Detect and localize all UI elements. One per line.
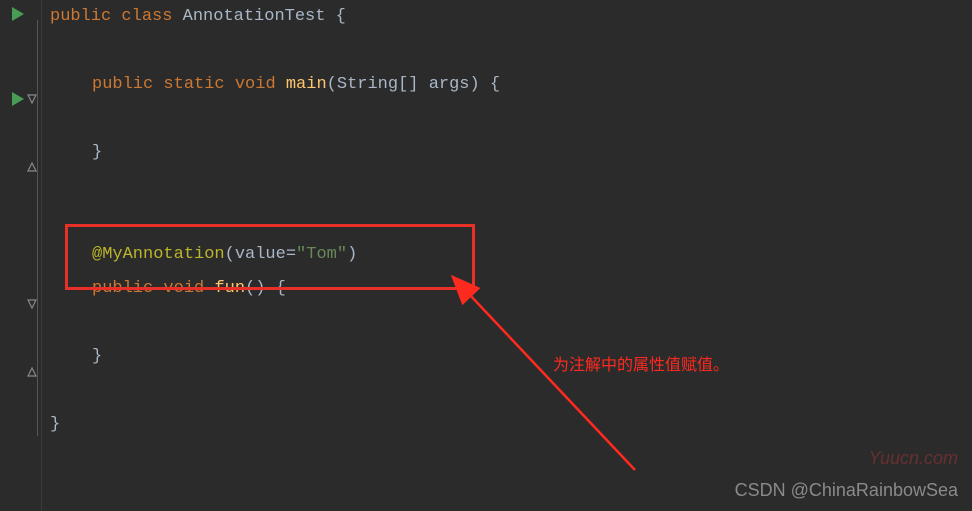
code-line: @MyAnnotation(value="Tom") [50,238,972,272]
run-method-icon[interactable] [12,92,24,112]
brace: } [92,143,102,162]
keyword: void [235,75,276,94]
fold-end-icon-2[interactable] [27,367,37,381]
run-class-icon[interactable] [12,7,24,27]
keyword: public [50,7,111,26]
code-line: public void fun() { [50,272,972,306]
code-line: } [50,136,972,170]
code-area[interactable]: public class AnnotationTest { public sta… [42,0,972,511]
paren: ) [347,245,357,264]
keyword: void [163,279,204,298]
annotation-label: 为注解中的属性值赋值。 [553,351,729,375]
fold-icon[interactable] [27,94,37,108]
keyword: class [121,7,172,26]
editor-gutter [0,0,42,511]
fold-end-icon[interactable] [27,162,37,176]
param-name: value [235,245,286,264]
code-line: } [50,340,972,374]
method-name: main [286,75,327,94]
fold-icon-2[interactable] [27,299,37,313]
code-line-blank [50,170,972,204]
paren: ( [327,75,337,94]
method-name: fun [214,279,245,298]
keyword: static [163,75,224,94]
code-line-blank [50,102,972,136]
annotation: @MyAnnotation [92,245,225,264]
type: String [337,75,398,94]
code-line-blank [50,374,972,408]
code-line: public class AnnotationTest { [50,0,972,34]
fold-line [37,20,38,436]
keyword: public [92,75,153,94]
watermark-csdn: CSDN @ChinaRainbowSea [735,480,958,501]
brace: } [92,347,102,366]
brace: { [265,279,285,298]
code-line-blank [50,34,972,68]
class-name: AnnotationTest [183,7,326,26]
code-line-blank [50,306,972,340]
paren: ( [225,245,235,264]
brace: } [50,415,60,434]
code-line-blank [50,204,972,238]
param-name: args [429,75,470,94]
watermark: Yuucn.com [869,448,958,469]
paren: ) [470,75,480,94]
equals: = [286,245,296,264]
brace: { [480,75,500,94]
brace: { [325,7,345,26]
code-line: public static void main(String[] args) { [50,68,972,102]
keyword: public [92,279,153,298]
brackets: [] [398,75,429,94]
code-editor: public class AnnotationTest { public sta… [0,0,972,511]
parens: () [245,279,265,298]
code-line: } [50,408,972,442]
string-literal: "Tom" [296,245,347,264]
